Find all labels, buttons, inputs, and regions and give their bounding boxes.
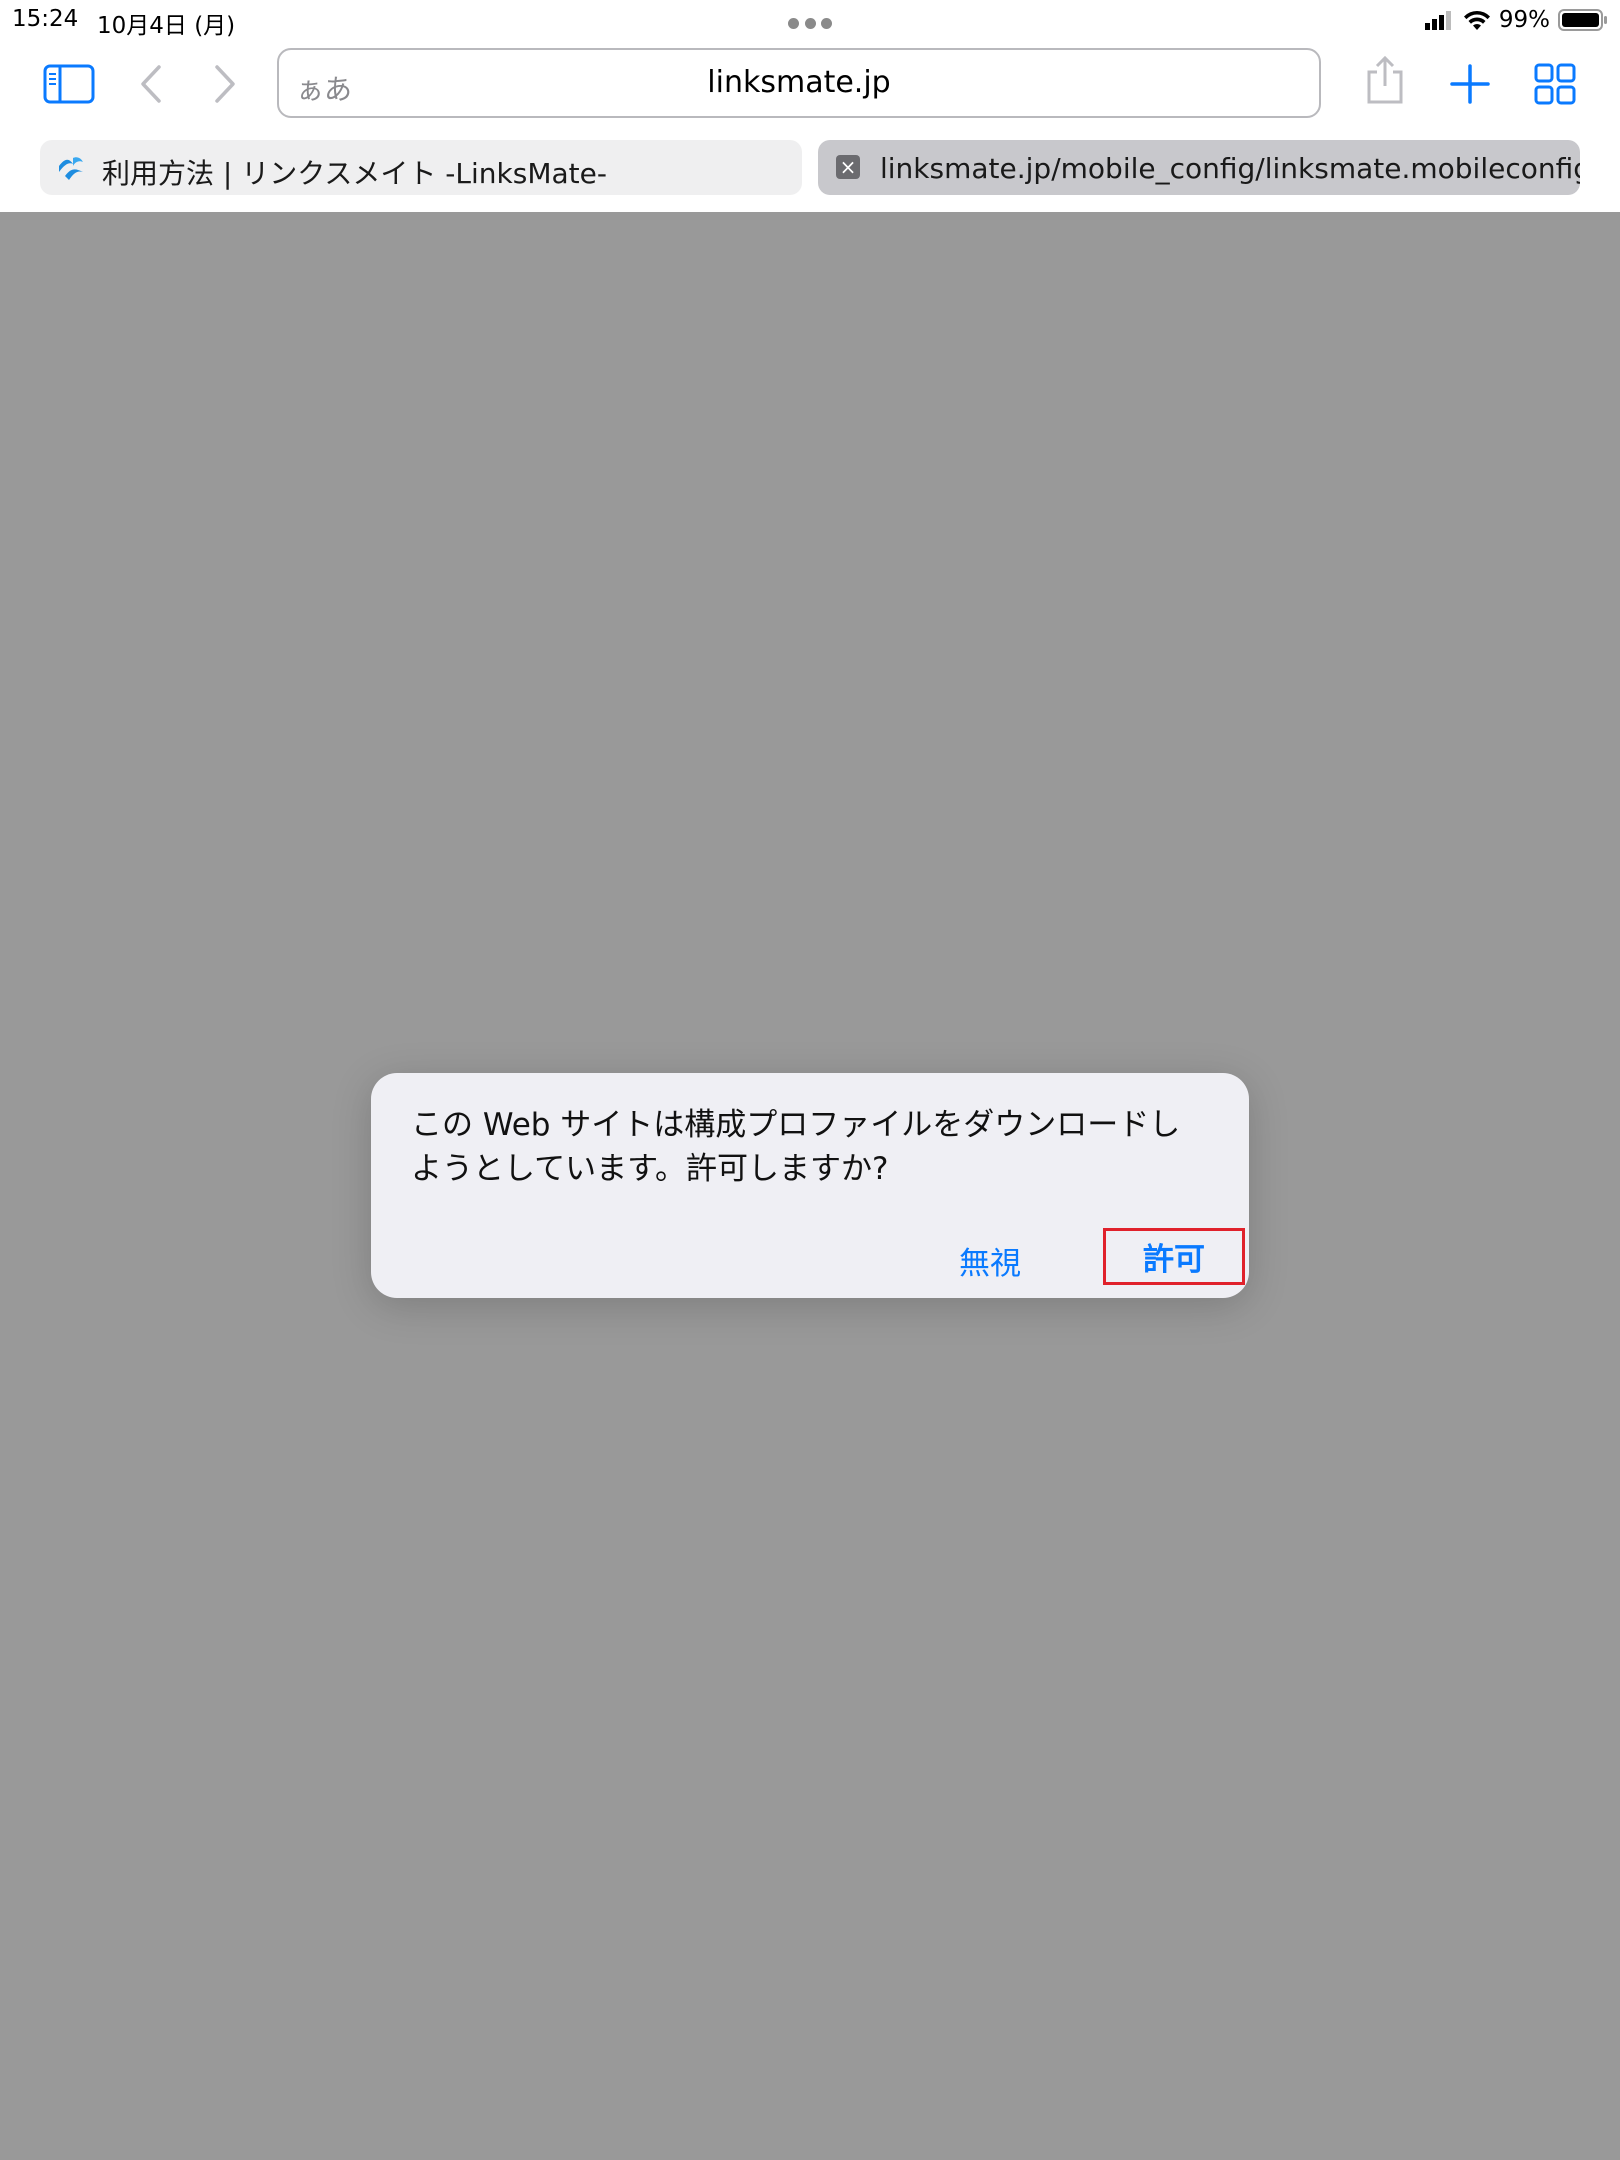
wifi-icon [1463, 10, 1490, 30]
dialog-actions: 無視 許可 [949, 1218, 1249, 1298]
browser-chrome: 15:24 10月4日 (月) 99% ぁあ linksmate.jp 利用方法… [0, 0, 1620, 212]
tab-linksmate-usage[interactable]: 利用方法 | リンクスメイト -LinksMate- [40, 140, 802, 195]
address-bar[interactable]: ぁあ linksmate.jp [277, 48, 1321, 118]
plus-icon[interactable] [1442, 56, 1498, 112]
dialog-message: この Web サイトは構成プロファイルをダウンロードしようとしています。許可しま… [411, 1107, 1181, 1187]
linksmate-favicon [59, 157, 83, 180]
grid-icon[interactable] [1527, 56, 1583, 112]
share-icon[interactable] [1357, 52, 1413, 108]
allow-button[interactable]: 許可 [1103, 1228, 1245, 1285]
url-text[interactable]: linksmate.jp [279, 65, 1319, 100]
tab-title: 利用方法 | リンクスメイト -LinksMate- [102, 157, 607, 190]
chevron-right-icon[interactable] [196, 56, 252, 112]
sidebar-icon[interactable] [41, 56, 97, 112]
battery-percent: 99% [1498, 7, 1550, 33]
tab-title: linksmate.jp/mobile_config/linksmate.mob… [880, 152, 1580, 185]
chevron-left-icon[interactable] [124, 56, 180, 112]
multitasking-dots-icon[interactable] [788, 18, 832, 30]
tab-mobileconfig[interactable]: × linksmate.jp/mobile_config/linksmate.m… [818, 140, 1580, 195]
cellular-signal-icon [1424, 11, 1451, 30]
status-indicators: 99% [1424, 4, 1608, 36]
download-permission-dialog: この Web サイトは構成プロファイルをダウンロードしようとしています。許可しま… [371, 1073, 1249, 1298]
status-time: 15:24 [12, 6, 79, 32]
status-date: 10月4日 (月) [97, 13, 236, 39]
battery-icon [1558, 9, 1607, 31]
close-icon[interactable]: × [836, 155, 860, 179]
allow-button-label: 許可 [1143, 1242, 1205, 1278]
ignore-button[interactable]: 無視 [949, 1232, 1031, 1289]
